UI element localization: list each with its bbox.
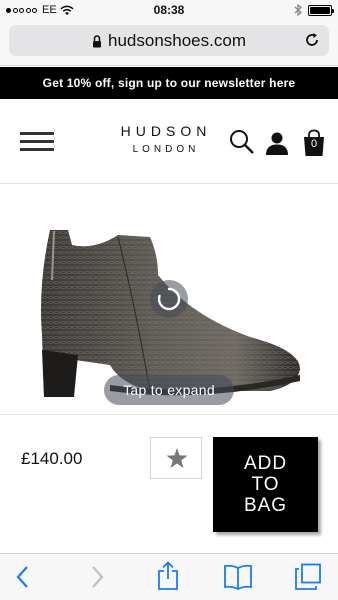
share-icon[interactable] <box>156 561 180 591</box>
loading-spinner-icon <box>150 280 188 318</box>
address-bar[interactable]: hudsonshoes.com <box>9 25 329 56</box>
bag-icon[interactable]: 0 <box>302 129 326 157</box>
add-to-bag-line-2: TO <box>251 474 280 495</box>
lock-icon <box>93 34 101 47</box>
forward-icon[interactable] <box>88 564 106 590</box>
wishlist-button[interactable] <box>150 437 202 479</box>
add-to-bag-line-3: BAG <box>243 495 288 516</box>
address-content: hudsonshoes.com <box>9 31 329 51</box>
status-time: 08:38 <box>153 3 185 17</box>
product-price: £140.00 <box>21 449 83 468</box>
star-icon <box>166 448 188 468</box>
address-domain: hudsonshoes.com <box>108 31 246 50</box>
tabs-icon[interactable] <box>294 563 322 591</box>
bookmarks-icon[interactable] <box>223 564 253 590</box>
bluetooth-icon <box>294 4 302 16</box>
account-icon[interactable] <box>265 131 289 155</box>
bag-count: 0 <box>310 138 318 150</box>
battery-icon <box>308 4 334 16</box>
site-header: HUDSON LONDON 0 <box>0 99 338 184</box>
status-right <box>294 4 334 16</box>
browser-toolbar <box>0 553 338 600</box>
add-to-bag-button[interactable]: ADD TO BAG <box>213 437 318 532</box>
tap-to-expand-button[interactable]: Tap to expand <box>104 375 234 405</box>
logo-sub: LONDON <box>132 144 200 155</box>
back-icon[interactable] <box>14 564 32 590</box>
reload-icon[interactable] <box>303 31 321 49</box>
add-to-bag-line-1: ADD <box>243 453 288 474</box>
brand-logo[interactable]: HUDSON LONDON <box>110 123 222 155</box>
logo-main: HUDSON <box>120 123 212 139</box>
newsletter-promo-banner[interactable]: Get 10% off, sign up to our newsletter h… <box>0 67 338 99</box>
browser-address-area: hudsonshoes.com <box>0 20 338 66</box>
status-bar: EE 08:38 <box>0 0 338 20</box>
product-image-area[interactable]: Tap to expand <box>0 185 338 415</box>
menu-icon[interactable] <box>20 132 54 152</box>
search-icon[interactable] <box>229 129 255 155</box>
